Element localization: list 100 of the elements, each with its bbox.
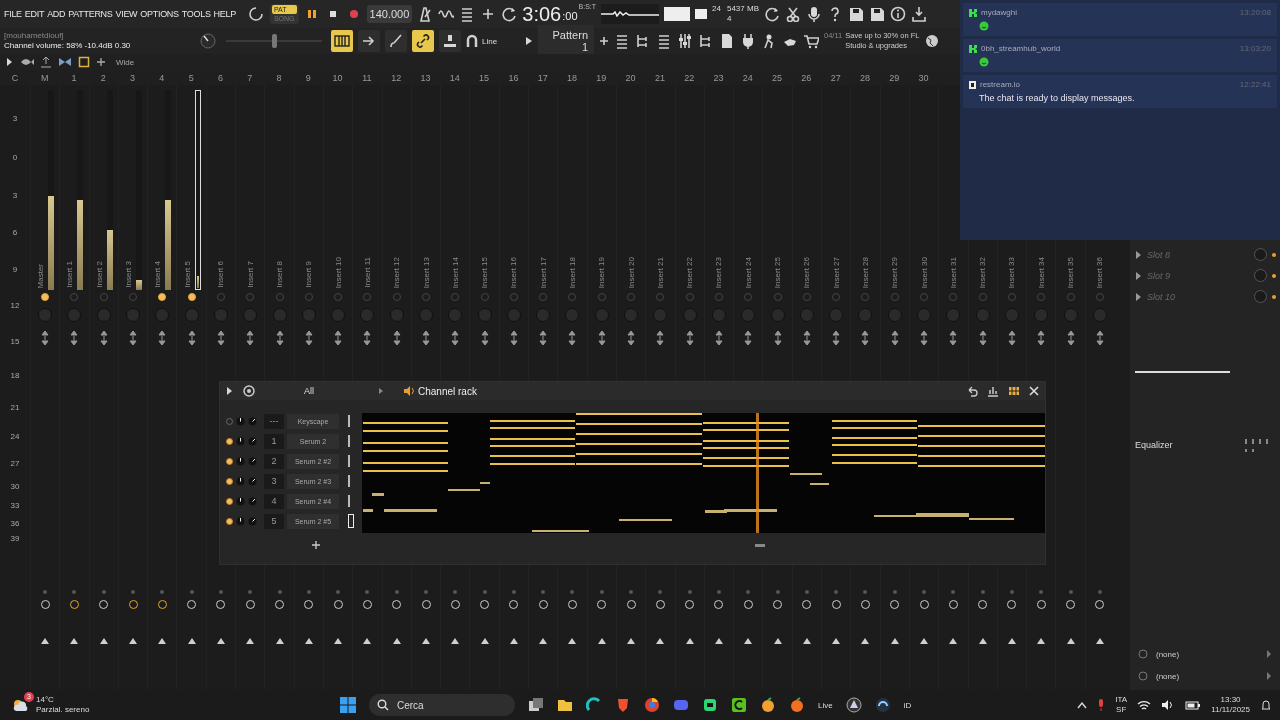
track-enable-dot[interactable] xyxy=(187,293,196,301)
track-name[interactable]: Insert 19 xyxy=(597,256,607,288)
menu-item[interactable]: FILE xyxy=(4,9,22,19)
mixer-track-field[interactable]: 4 xyxy=(264,493,284,509)
stepper-icon[interactable] xyxy=(99,330,108,346)
lion-icon[interactable] xyxy=(615,697,631,713)
route-arrow-icon[interactable] xyxy=(949,638,958,644)
fruit-app-icon[interactable] xyxy=(760,697,776,713)
track-name[interactable]: Insert 1 xyxy=(65,261,75,288)
stepper-icon[interactable] xyxy=(861,330,870,346)
square-app-icon[interactable] xyxy=(731,697,747,713)
tool-button[interactable] xyxy=(385,30,407,52)
track-name[interactable]: Insert 24 xyxy=(743,256,753,288)
stepper-icon[interactable] xyxy=(216,330,225,346)
keyboard-layout[interactable]: SF xyxy=(1116,705,1127,715)
close-icon[interactable] xyxy=(1029,386,1039,396)
stepper-icon[interactable] xyxy=(422,330,430,346)
stepper-icon[interactable] xyxy=(627,330,636,346)
track-name[interactable]: Insert 4 xyxy=(153,261,163,288)
menu-item[interactable]: OPTIONS xyxy=(140,9,179,19)
metronome-icon[interactable] xyxy=(417,6,434,22)
route-arrow-icon[interactable] xyxy=(685,638,694,644)
stepper-icon[interactable] xyxy=(158,330,167,346)
slot-led[interactable] xyxy=(1272,294,1276,299)
volume-knob[interactable] xyxy=(248,496,257,506)
upload-icon[interactable] xyxy=(40,56,52,68)
notification-bell-icon[interactable] xyxy=(1260,699,1272,711)
document-icon[interactable] xyxy=(719,33,735,49)
volume-knob[interactable] xyxy=(248,476,257,486)
route-arrow-icon[interactable] xyxy=(1007,638,1016,644)
route-arrow-icon[interactable] xyxy=(246,638,255,644)
route-arrow-icon[interactable] xyxy=(568,638,577,644)
square-icon[interactable] xyxy=(78,56,90,68)
scrollbar-thumb[interactable] xyxy=(755,543,765,547)
menu-item[interactable]: HELP xyxy=(213,9,236,19)
info-icon[interactable] xyxy=(890,6,906,22)
play-arrow-icon[interactable] xyxy=(226,386,234,396)
route-arrow-icon[interactable] xyxy=(392,638,401,644)
pan-knob[interactable] xyxy=(236,516,245,526)
track-name[interactable]: Insert 9 xyxy=(304,261,314,288)
weather-cloud-icon[interactable] xyxy=(12,698,30,712)
undo-icon[interactable] xyxy=(966,385,978,397)
fruit-app-icon[interactable] xyxy=(789,697,805,713)
clock-time[interactable]: 13:30 xyxy=(1220,695,1241,705)
plug-icon[interactable] xyxy=(740,33,756,49)
volume-knob[interactable] xyxy=(248,456,257,466)
route-arrow-icon[interactable] xyxy=(978,638,987,644)
expand-arrow-icon[interactable] xyxy=(1136,292,1142,301)
stepper-icon[interactable] xyxy=(129,330,138,346)
volume-knob[interactable] xyxy=(248,516,257,526)
expand-arrow-icon[interactable] xyxy=(1136,250,1142,259)
chat-app-icon[interactable] xyxy=(673,697,689,713)
fish-icon[interactable] xyxy=(20,56,34,68)
track-name[interactable]: Insert 22 xyxy=(685,256,695,288)
route-arrow-icon[interactable] xyxy=(627,638,636,644)
mixer-track-field[interactable]: 3 xyxy=(264,473,284,489)
track-name[interactable]: Insert 32 xyxy=(978,256,988,288)
channel-led[interactable] xyxy=(226,437,233,445)
expand-arrow-icon[interactable] xyxy=(1267,672,1272,680)
fx-slot[interactable]: Slot 10 xyxy=(1147,291,1249,302)
slot-led[interactable] xyxy=(1272,273,1276,278)
route-arrow-icon[interactable] xyxy=(509,638,518,644)
track-name[interactable]: Insert 8 xyxy=(275,261,284,288)
track-name[interactable]: Insert 26 xyxy=(802,256,812,288)
slot-led[interactable] xyxy=(1272,252,1276,257)
stepper-icon[interactable] xyxy=(246,330,255,346)
track-enable-dot[interactable] xyxy=(41,293,50,301)
routing-selector[interactable]: (none) xyxy=(1156,671,1259,681)
track-name[interactable]: Insert 31 xyxy=(948,256,958,288)
playlist-icon[interactable] xyxy=(614,33,630,49)
route-arrow-icon[interactable] xyxy=(832,638,841,644)
route-arrow-icon[interactable] xyxy=(363,638,372,644)
track-name[interactable]: Insert 23 xyxy=(714,256,724,288)
track-name[interactable]: Insert 11 xyxy=(362,257,372,288)
wifi-icon[interactable] xyxy=(1137,699,1152,711)
route-arrow-icon[interactable] xyxy=(1095,638,1104,644)
track-name[interactable]: Master xyxy=(36,263,46,288)
route-arrow-icon[interactable] xyxy=(597,638,606,644)
route-arrow-icon[interactable] xyxy=(158,638,167,644)
start-icon[interactable] xyxy=(340,697,356,713)
save-icon[interactable] xyxy=(848,6,864,22)
route-arrow-icon[interactable] xyxy=(422,638,430,644)
expand-arrow-icon[interactable] xyxy=(1267,650,1272,658)
headset-app-icon[interactable] xyxy=(874,697,891,713)
input-icon[interactable] xyxy=(1138,649,1148,659)
chevron-up-icon[interactable] xyxy=(1077,701,1088,709)
stepper-icon[interactable] xyxy=(978,330,987,346)
clock-date[interactable]: 11/11/2025 xyxy=(1211,705,1250,715)
stepper-icon[interactable] xyxy=(744,330,753,346)
track-name[interactable]: Insert 35 xyxy=(1066,256,1076,288)
volume-knob[interactable] xyxy=(248,436,257,446)
stepper-icon[interactable] xyxy=(802,330,811,346)
menu-item[interactable]: EDIT xyxy=(24,9,45,19)
routing-selector[interactable]: (none) xyxy=(1156,649,1259,659)
route-arrow-icon[interactable] xyxy=(480,638,489,644)
stepper-icon[interactable] xyxy=(451,330,460,346)
menu-item[interactable]: TOOLS xyxy=(181,9,211,19)
output-icon[interactable] xyxy=(1138,671,1148,681)
channel-led[interactable] xyxy=(226,457,233,465)
mixer-preset[interactable]: Wide xyxy=(116,57,135,67)
